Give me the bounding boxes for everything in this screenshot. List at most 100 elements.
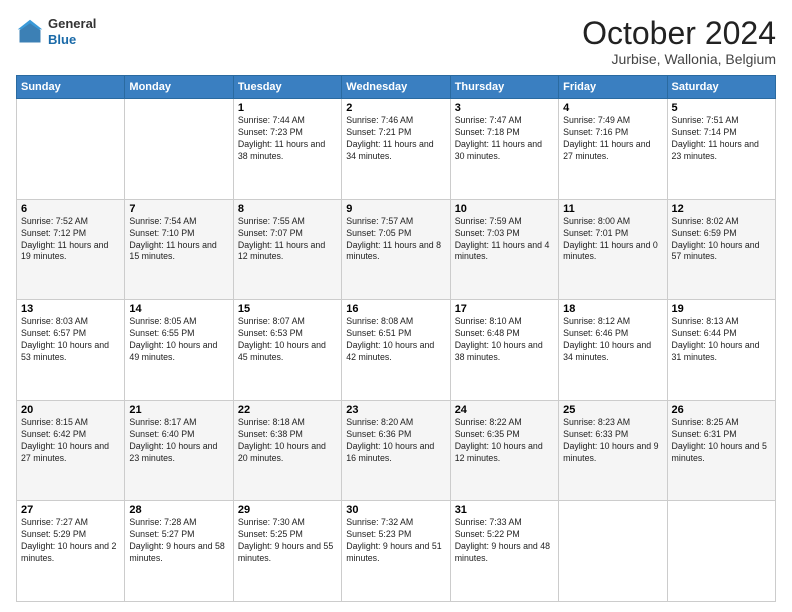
table-row: 19Sunrise: 8:13 AMSunset: 6:44 PMDayligh… — [667, 300, 775, 401]
table-row: 17Sunrise: 8:10 AMSunset: 6:48 PMDayligh… — [450, 300, 558, 401]
sunset-text: Sunset: 7:16 PM — [563, 127, 628, 137]
day-info: Sunrise: 8:17 AMSunset: 6:40 PMDaylight:… — [129, 417, 228, 465]
day-number: 13 — [21, 303, 120, 315]
day-info: Sunrise: 8:25 AMSunset: 6:31 PMDaylight:… — [672, 417, 771, 465]
sunset-text: Sunset: 6:36 PM — [346, 429, 411, 439]
daylight-text: Daylight: 9 hours and 48 minutes. — [455, 541, 550, 563]
sunrise-text: Sunrise: 8:03 AM — [21, 316, 88, 326]
sunrise-text: Sunrise: 8:22 AM — [455, 417, 522, 427]
day-info: Sunrise: 7:28 AMSunset: 5:27 PMDaylight:… — [129, 517, 228, 565]
sunset-text: Sunset: 6:35 PM — [455, 429, 520, 439]
daylight-text: Daylight: 10 hours and 2 minutes. — [21, 541, 116, 563]
table-row: 18Sunrise: 8:12 AMSunset: 6:46 PMDayligh… — [559, 300, 667, 401]
sunrise-text: Sunrise: 8:23 AM — [563, 417, 630, 427]
sunset-text: Sunset: 7:18 PM — [455, 127, 520, 137]
sunrise-text: Sunrise: 7:46 AM — [346, 115, 413, 125]
sunrise-text: Sunrise: 7:55 AM — [238, 216, 305, 226]
week-row-3: 13Sunrise: 8:03 AMSunset: 6:57 PMDayligh… — [17, 300, 776, 401]
sunrise-text: Sunrise: 8:05 AM — [129, 316, 196, 326]
sunset-text: Sunset: 6:48 PM — [455, 328, 520, 338]
header-wednesday: Wednesday — [342, 76, 450, 99]
day-info: Sunrise: 7:46 AMSunset: 7:21 PMDaylight:… — [346, 115, 445, 163]
table-row: 28Sunrise: 7:28 AMSunset: 5:27 PMDayligh… — [125, 501, 233, 602]
day-number: 18 — [563, 303, 662, 315]
day-info: Sunrise: 7:30 AMSunset: 5:25 PMDaylight:… — [238, 517, 337, 565]
day-number: 10 — [455, 203, 554, 215]
sunrise-text: Sunrise: 7:33 AM — [455, 517, 522, 527]
day-number: 17 — [455, 303, 554, 315]
table-row: 1Sunrise: 7:44 AMSunset: 7:23 PMDaylight… — [233, 99, 341, 200]
sunset-text: Sunset: 7:03 PM — [455, 228, 520, 238]
week-row-2: 6Sunrise: 7:52 AMSunset: 7:12 PMDaylight… — [17, 199, 776, 300]
week-row-4: 20Sunrise: 8:15 AMSunset: 6:42 PMDayligh… — [17, 400, 776, 501]
sunset-text: Sunset: 6:42 PM — [21, 429, 86, 439]
day-number: 5 — [672, 102, 771, 114]
day-info: Sunrise: 7:33 AM Sunset: 5:22 PM Daylight:… — [455, 517, 554, 565]
table-row: 30Sunrise: 7:32 AMSunset: 5:23 PMDayligh… — [342, 501, 450, 602]
sunset-text: Sunset: 5:27 PM — [129, 529, 194, 539]
table-row: 6Sunrise: 7:52 AMSunset: 7:12 PMDaylight… — [17, 199, 125, 300]
table-row: 12Sunrise: 8:02 AMSunset: 6:59 PMDayligh… — [667, 199, 775, 300]
daylight-text: Daylight: 11 hours and 0 minutes. — [563, 240, 658, 262]
day-number: 19 — [672, 303, 771, 315]
table-row: 22Sunrise: 8:18 AMSunset: 6:38 PMDayligh… — [233, 400, 341, 501]
table-row: 11Sunrise: 8:00 AMSunset: 7:01 PMDayligh… — [559, 199, 667, 300]
daylight-text: Daylight: 10 hours and 45 minutes. — [238, 340, 326, 362]
table-row: 20Sunrise: 8:15 AMSunset: 6:42 PMDayligh… — [17, 400, 125, 501]
daylight-text: Daylight: 9 hours and 55 minutes. — [238, 541, 333, 563]
day-number: 7 — [129, 203, 228, 215]
header-saturday: Saturday — [667, 76, 775, 99]
header-thursday: Thursday — [450, 76, 558, 99]
day-info: Sunrise: 7:54 AMSunset: 7:10 PMDaylight:… — [129, 216, 228, 264]
logo-blue-text: Blue — [48, 32, 96, 48]
sunrise-text: Sunrise: 8:10 AM — [455, 316, 522, 326]
daylight-text: Daylight: 11 hours and 23 minutes. — [672, 139, 759, 161]
table-row: 9Sunrise: 7:57 AMSunset: 7:05 PMDaylight… — [342, 199, 450, 300]
sunrise-text: Sunrise: 8:15 AM — [21, 417, 88, 427]
daylight-text: Daylight: 11 hours and 38 minutes. — [238, 139, 325, 161]
day-number: 2 — [346, 102, 445, 114]
logo-icon — [16, 18, 44, 46]
header-monday: Monday — [125, 76, 233, 99]
header-tuesday: Tuesday — [233, 76, 341, 99]
sunrise-text: Sunrise: 7:27 AM — [21, 517, 88, 527]
sunrise-text: Sunrise: 8:02 AM — [672, 216, 739, 226]
day-info: Sunrise: 7:51 AMSunset: 7:14 PMDaylight:… — [672, 115, 771, 163]
day-number: 9 — [346, 203, 445, 215]
week-row-1: 1Sunrise: 7:44 AMSunset: 7:23 PMDaylight… — [17, 99, 776, 200]
sunset-text: Sunset: 7:12 PM — [21, 228, 86, 238]
daylight-text: Daylight: 10 hours and 42 minutes. — [346, 340, 434, 362]
day-number: 28 — [129, 504, 228, 516]
table-row: 23Sunrise: 8:20 AMSunset: 6:36 PMDayligh… — [342, 400, 450, 501]
day-info: Sunrise: 7:59 AMSunset: 7:03 PMDaylight:… — [455, 216, 554, 264]
daylight-text: Daylight: 10 hours and 34 minutes. — [563, 340, 651, 362]
daylight-text: Daylight: 11 hours and 15 minutes. — [129, 240, 216, 262]
table-row: 15Sunrise: 8:07 AMSunset: 6:53 PMDayligh… — [233, 300, 341, 401]
table-row — [17, 99, 125, 200]
sunset-text: Sunset: 6:53 PM — [238, 328, 303, 338]
table-row: 7Sunrise: 7:54 AMSunset: 7:10 PMDaylight… — [125, 199, 233, 300]
daylight-text: Daylight: 9 hours and 58 minutes. — [129, 541, 224, 563]
day-number: 29 — [238, 504, 337, 516]
day-info: Sunrise: 8:07 AMSunset: 6:53 PMDaylight:… — [238, 316, 337, 364]
calendar-table: Sunday Monday Tuesday Wednesday Thursday… — [16, 75, 776, 602]
day-number: 31 — [455, 504, 554, 516]
day-info: Sunrise: 8:08 AMSunset: 6:51 PMDaylight:… — [346, 316, 445, 364]
day-info: Sunrise: 7:47 AMSunset: 7:18 PMDaylight:… — [455, 115, 554, 163]
day-number: 1 — [238, 102, 337, 114]
daylight-text: Daylight: 10 hours and 57 minutes. — [672, 240, 760, 262]
table-row — [667, 501, 775, 602]
header-friday: Friday — [559, 76, 667, 99]
day-info: Sunrise: 8:20 AMSunset: 6:36 PMDaylight:… — [346, 417, 445, 465]
sunrise-text: Sunrise: 8:25 AM — [672, 417, 739, 427]
sunset-text: Sunset: 7:21 PM — [346, 127, 411, 137]
sunset-text: Sunset: 5:22 PM — [455, 529, 520, 539]
sunset-text: Sunset: 7:10 PM — [129, 228, 194, 238]
day-info: Sunrise: 8:18 AMSunset: 6:38 PMDaylight:… — [238, 417, 337, 465]
table-row: 24Sunrise: 8:22 AMSunset: 6:35 PMDayligh… — [450, 400, 558, 501]
weekday-header-row: Sunday Monday Tuesday Wednesday Thursday… — [17, 76, 776, 99]
sunrise-text: Sunrise: 7:51 AM — [672, 115, 739, 125]
day-info: Sunrise: 8:13 AMSunset: 6:44 PMDaylight:… — [672, 316, 771, 364]
sunrise-text: Sunrise: 8:20 AM — [346, 417, 413, 427]
sunset-text: Sunset: 7:23 PM — [238, 127, 303, 137]
